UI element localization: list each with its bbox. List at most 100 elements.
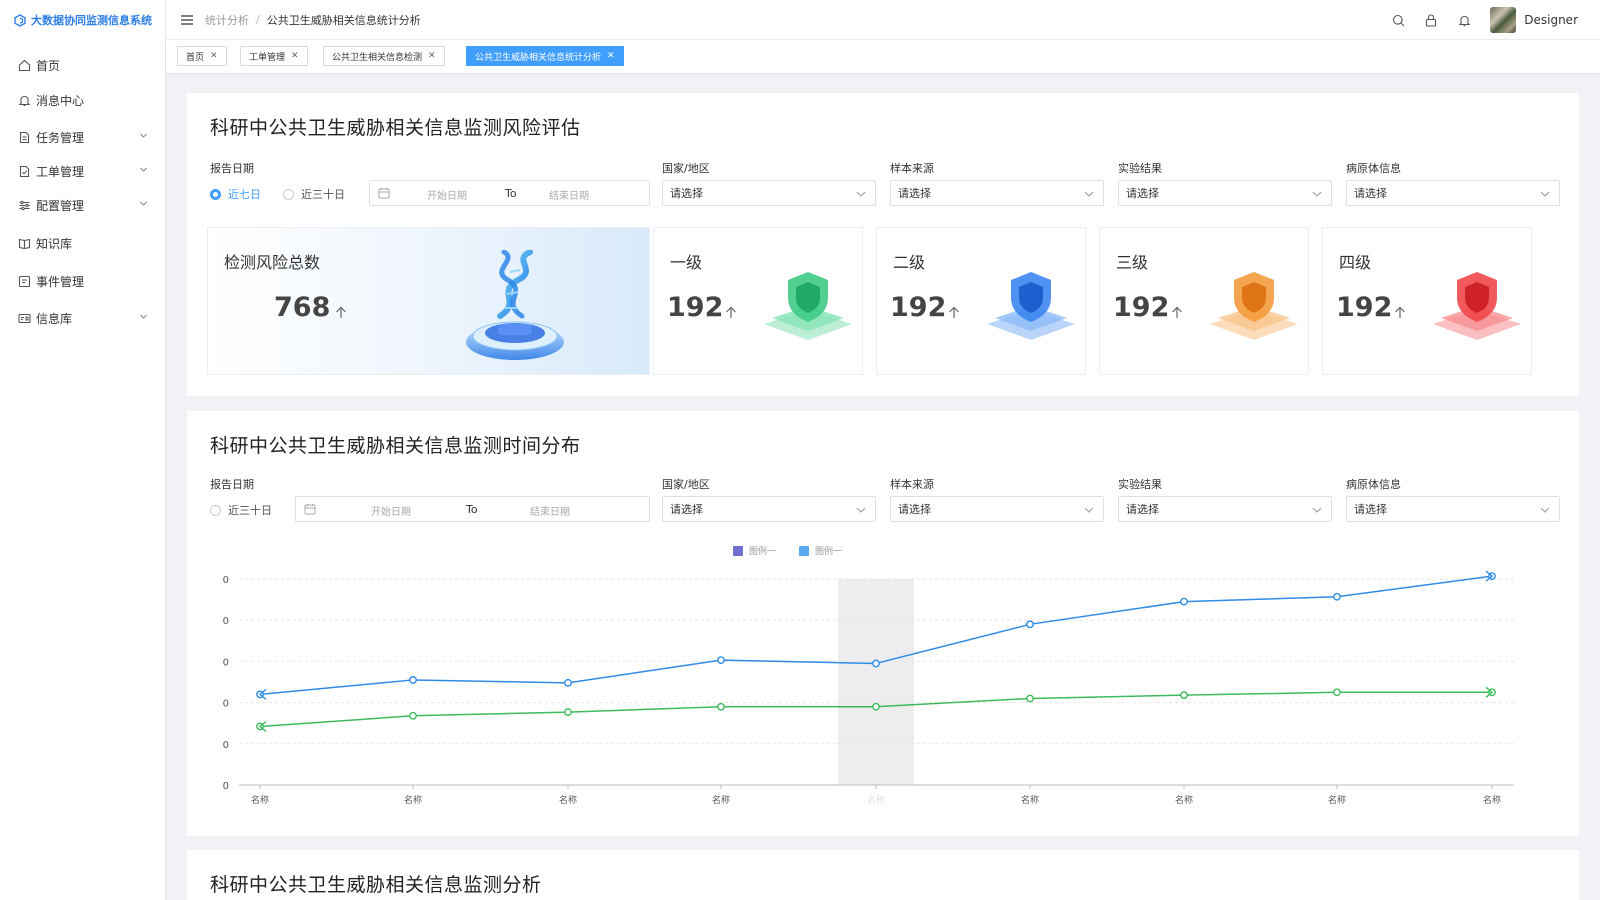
x-tick-label: 名称 — [1483, 794, 1501, 806]
lab-result-select[interactable]: 请选择 — [1118, 496, 1332, 522]
radio-last-30-days[interactable]: 近三十日 — [283, 186, 345, 202]
level-4-card[interactable]: 四级 192 — [1322, 227, 1532, 375]
pathogen-select[interactable]: 请选择 — [1346, 496, 1560, 522]
arrow-up-icon — [1395, 306, 1405, 318]
close-icon[interactable]: ✕ — [210, 51, 218, 61]
start-date-input[interactable]: 开始日期 — [371, 503, 411, 518]
green-shield-icon — [764, 272, 852, 340]
avatar[interactable] — [1490, 7, 1517, 33]
x-tick-label: 名称 — [251, 794, 269, 806]
tab-workorders[interactable]: 工单管理 ✕ — [240, 46, 308, 66]
select-value: 请选择 — [670, 187, 703, 200]
pathogen-select[interactable]: 请选择 — [1346, 180, 1560, 206]
close-icon[interactable]: ✕ — [428, 51, 436, 61]
country-select[interactable]: 请选择 — [662, 496, 876, 522]
level-1-card[interactable]: 一级 192 — [653, 227, 863, 375]
card-title: 检测风险总数 — [224, 253, 321, 272]
radio-label: 近三十日 — [301, 188, 345, 201]
country-label: 国家/地区 — [662, 162, 710, 175]
radio-label: 近三十日 — [228, 504, 272, 517]
app-brand[interactable]: 大数据协同监测信息系统 — [0, 0, 165, 40]
y-tick-label: 0 — [223, 575, 229, 586]
select-value: 请选择 — [1354, 503, 1387, 516]
tab-label: 首页 — [186, 52, 205, 63]
series-point — [872, 702, 880, 711]
date-range-picker[interactable]: 开始日期 To 结束日期 — [369, 180, 650, 206]
tab-health-statistics[interactable]: 公共卫生威胁相关信息统计分析 ✕ — [466, 46, 624, 66]
series-point — [1026, 694, 1034, 703]
y-tick-label: 0 — [223, 699, 229, 710]
lock-icon[interactable] — [1423, 12, 1439, 28]
sidebar-item-knowledge[interactable]: 知识库 — [0, 228, 166, 258]
country-select[interactable]: 请选择 — [662, 180, 876, 206]
card-title: 三级 — [1116, 253, 1149, 272]
lab-result-select[interactable]: 请选择 — [1118, 180, 1332, 206]
chevron-down-icon — [1540, 191, 1550, 197]
y-tick-label: 0 — [223, 740, 229, 751]
risk-assessment-panel: 科研中公共卫生威胁相关信息监测风险评估 报告日期 近七日 近三十日 开始日期 T… — [187, 93, 1579, 396]
section-title: 科研中公共卫生威胁相关信息监测时间分布 — [210, 435, 581, 457]
bell-icon[interactable] — [1456, 12, 1472, 28]
series-point — [409, 711, 417, 720]
sidebar-item-infobase[interactable]: 信息库 — [0, 303, 166, 333]
sidebar-item-config[interactable]: 配置管理 — [0, 190, 166, 220]
select-value: 请选择 — [898, 187, 931, 200]
sidebar-item-tasks[interactable]: 任务管理 — [0, 122, 166, 152]
sample-source-label: 样本来源 — [890, 478, 934, 491]
sidebar-item-events[interactable]: 事件管理 — [0, 266, 166, 296]
tab-label: 工单管理 — [249, 52, 286, 63]
breadcrumb-item[interactable]: 统计分析 — [205, 12, 249, 28]
sample-source-select[interactable]: 请选择 — [890, 180, 1104, 206]
select-value: 请选择 — [670, 503, 703, 516]
card-value: 192 — [1336, 292, 1393, 323]
close-icon[interactable]: ✕ — [291, 51, 299, 61]
sidebar-item-workorders[interactable]: 工单管理 — [0, 156, 166, 186]
country-label: 国家/地区 — [662, 478, 710, 491]
time-distribution-panel: 科研中公共卫生威胁相关信息监测时间分布 报告日期 近三十日 开始日期 To 结束… — [187, 411, 1579, 836]
end-date-input[interactable]: 结束日期 — [549, 187, 589, 202]
start-date-input[interactable]: 开始日期 — [427, 187, 467, 202]
sidebar-item-label: 事件管理 — [36, 274, 85, 289]
chevron-down-icon — [1540, 507, 1550, 513]
chevron-down-icon — [856, 507, 866, 513]
series-point — [1180, 597, 1188, 606]
chevron-down-icon — [1084, 507, 1094, 513]
header-actions: Designer — [1373, 0, 1578, 40]
card-value: 768 — [274, 292, 331, 323]
x-tick-label: 名称 — [1328, 794, 1346, 806]
radio-dot — [210, 188, 221, 200]
close-icon[interactable]: ✕ — [607, 51, 615, 61]
info-card-icon — [17, 311, 31, 325]
card-title: 四级 — [1339, 253, 1372, 272]
x-tick-label: 名称 — [712, 794, 730, 806]
sidebar-item-home[interactable]: 首页 — [0, 50, 166, 80]
tab-home[interactable]: 首页 ✕ — [177, 46, 227, 66]
sidebar-item-label: 首页 — [36, 58, 61, 73]
end-date-input[interactable]: 结束日期 — [530, 503, 570, 518]
level-3-card[interactable]: 三级 192 — [1099, 227, 1309, 375]
total-risk-card[interactable]: 检测风险总数 768 — [207, 227, 650, 375]
x-tick-label: 名称 — [1175, 794, 1193, 806]
arrow-up-icon — [726, 306, 736, 318]
chevron-down-icon — [1312, 191, 1322, 197]
date-range-picker[interactable]: 开始日期 To 结束日期 — [295, 496, 650, 522]
level-2-card[interactable]: 二级 192 — [876, 227, 1086, 375]
tab-health-detection[interactable]: 公共卫生相关信息检测 ✕ — [323, 46, 445, 66]
username[interactable]: Designer — [1524, 13, 1578, 27]
select-value: 请选择 — [898, 503, 931, 516]
search-icon[interactable] — [1390, 12, 1406, 28]
book-icon — [17, 236, 31, 250]
arrow-up-icon — [1172, 306, 1182, 318]
menu-toggle-icon[interactable] — [181, 14, 193, 25]
report-date-label: 报告日期 — [210, 478, 254, 491]
red-shield-icon — [1433, 272, 1521, 340]
radio-dot — [283, 188, 294, 200]
sample-source-select[interactable]: 请选择 — [890, 496, 1104, 522]
breadcrumb-separator: / — [256, 13, 260, 26]
x-tick-label: 名称 — [404, 794, 422, 806]
radio-last-7-days[interactable]: 近七日 — [210, 186, 261, 202]
tab-label: 公共卫生相关信息检测 — [332, 52, 423, 63]
radio-last-30-days[interactable]: 近三十日 — [210, 502, 272, 518]
date-range-separator: To — [466, 503, 478, 516]
sidebar-item-messages[interactable]: 消息中心 — [0, 85, 166, 115]
